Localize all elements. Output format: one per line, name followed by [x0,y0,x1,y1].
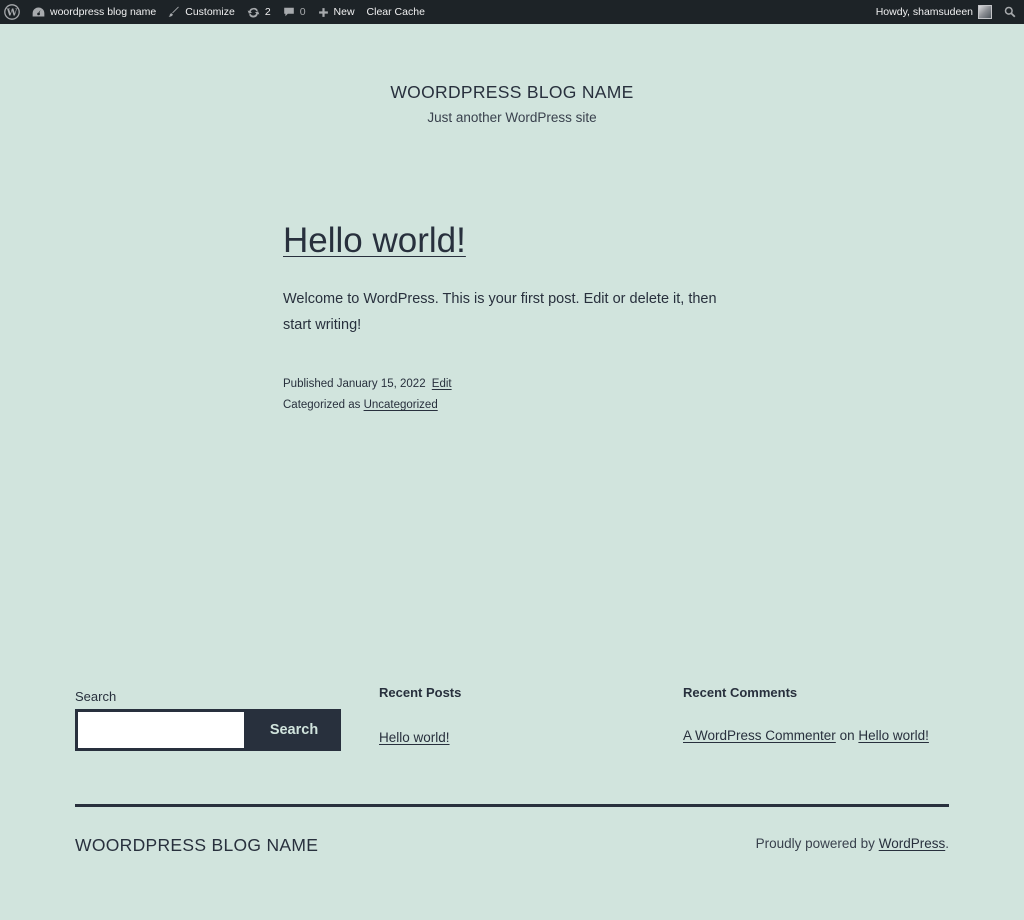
edit-post-link[interactable]: Edit [432,378,452,390]
footer-site-title-link[interactable]: WOORDPRESS BLOG NAME [75,835,318,856]
clear-cache-label: Clear Cache [366,6,425,18]
post-category-line: Categorized as Uncategorized [283,395,743,416]
search-icon [1004,6,1016,18]
recent-posts-list: Hello world! [379,730,639,745]
search-label: Search [75,689,117,704]
search-button[interactable]: Search [247,709,341,751]
footer-widgets: Search Search Recent Posts Hello world! … [75,685,949,765]
category-link[interactable]: Uncategorized [364,399,438,411]
site-tagline: Just another WordPress site [427,110,597,125]
updates-count: 2 [264,6,271,18]
plus-icon [318,7,329,18]
comment-author-link[interactable]: A WordPress Commenter [683,728,836,743]
site-name-menu[interactable]: woordpress blog name [26,0,162,24]
dashboard-icon [32,6,45,18]
clear-cache-link[interactable]: Clear Cache [361,0,431,24]
categorized-prefix: Categorized as [283,399,361,411]
admin-bar: W woordpress blog name Customize 2 0 New… [0,0,1024,24]
site-name-label: woordpress blog name [50,6,157,18]
comments-count: 0 [299,6,306,18]
comments-link[interactable]: 0 [277,0,312,24]
site-header: WOORDPRESS BLOG NAME Just another WordPr… [0,82,1024,125]
wordpress-logo-icon: W [4,4,20,20]
howdy-label: Howdy, shamsudeen [875,6,973,18]
search-form: Search [75,709,345,751]
comment-post-link[interactable]: Hello world! [858,728,929,743]
admin-bar-left: W woordpress blog name Customize 2 0 New… [0,0,870,24]
powered-by: Proudly powered by WordPress. [756,836,949,851]
comment-on-text: on [839,728,855,743]
powered-suffix: . [945,836,949,851]
footer-divider [75,804,949,807]
post-published-line: Published January 15, 2022 Edit [283,374,743,395]
recent-posts-widget: Recent Posts Hello world! [379,685,639,745]
post-content: Welcome to WordPress. This is your first… [283,291,717,333]
admin-search-button[interactable] [998,0,1024,24]
updates-icon [247,6,260,19]
svg-text:W: W [6,8,18,19]
post-article: Hello world! Welcome to WordPress. This … [283,220,743,416]
post-title-link[interactable]: Hello world! [283,220,466,262]
list-item: Hello world! [379,730,639,745]
new-label: New [333,6,355,18]
recent-comments-list: A WordPress Commenter on Hello world! [683,728,949,743]
admin-bar-right: Howdy, shamsudeen [870,0,1024,24]
comment-bubble-icon [283,6,295,18]
new-content-menu[interactable]: New [312,0,361,24]
brush-icon [168,6,180,18]
wordpress-link[interactable]: WordPress [879,836,946,851]
recent-comments-widget: Recent Comments A WordPress Commenter on… [683,685,949,743]
updates-link[interactable]: 2 [241,0,277,24]
list-item: A WordPress Commenter on Hello world! [683,728,949,743]
recent-post-link[interactable]: Hello world! [379,730,450,745]
recent-comments-heading: Recent Comments [683,685,798,700]
customize-link[interactable]: Customize [162,0,241,24]
customize-label: Customize [185,6,235,18]
published-prefix: Published [283,378,334,390]
search-input[interactable] [75,709,247,751]
avatar [978,5,992,19]
post-meta: Published January 15, 2022 Edit Categori… [283,374,743,416]
search-widget: Search Search [75,685,345,751]
powered-prefix: Proudly powered by [755,836,875,851]
recent-posts-heading: Recent Posts [379,685,462,700]
my-account-menu[interactable]: Howdy, shamsudeen [870,0,998,24]
wordpress-logo-menu[interactable]: W [0,0,26,24]
post-date: January 15, 2022 [336,378,426,390]
site-title-link[interactable]: WOORDPRESS BLOG NAME [0,82,1024,103]
